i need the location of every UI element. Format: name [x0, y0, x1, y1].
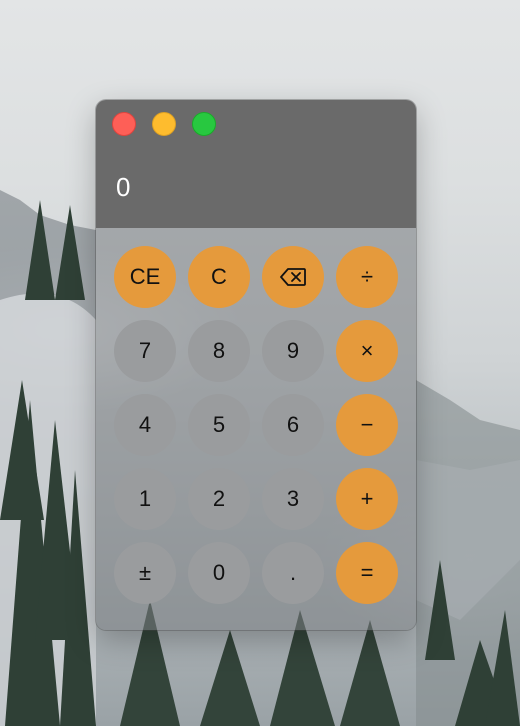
- digit-7-button[interactable]: 7: [114, 320, 176, 382]
- clear-entry-button[interactable]: CE: [114, 246, 176, 308]
- close-button[interactable]: [112, 112, 136, 136]
- digit-2-button[interactable]: 2: [188, 468, 250, 530]
- display-value: 0: [116, 172, 131, 202]
- digit-8-button[interactable]: 8: [188, 320, 250, 382]
- digit-5-button[interactable]: 5: [188, 394, 250, 456]
- clear-button[interactable]: C: [188, 246, 250, 308]
- add-button[interactable]: +: [336, 468, 398, 530]
- digit-1-button[interactable]: 1: [114, 468, 176, 530]
- backspace-button[interactable]: [262, 246, 324, 308]
- keypad: CE C ÷ 7 8 9 × 4 5 6 − 1 2 3 + ± 0 . =: [96, 228, 416, 630]
- subtract-button[interactable]: −: [336, 394, 398, 456]
- multiply-button[interactable]: ×: [336, 320, 398, 382]
- digit-9-button[interactable]: 9: [262, 320, 324, 382]
- digit-4-button[interactable]: 4: [114, 394, 176, 456]
- backspace-icon: [280, 268, 306, 286]
- divide-button[interactable]: ÷: [336, 246, 398, 308]
- display-area: 0: [96, 100, 416, 228]
- digit-0-button[interactable]: 0: [188, 542, 250, 604]
- digit-3-button[interactable]: 3: [262, 468, 324, 530]
- equals-button[interactable]: =: [336, 542, 398, 604]
- decimal-button[interactable]: .: [262, 542, 324, 604]
- digit-6-button[interactable]: 6: [262, 394, 324, 456]
- minimize-button[interactable]: [152, 112, 176, 136]
- plus-minus-button[interactable]: ±: [114, 542, 176, 604]
- zoom-button[interactable]: [192, 112, 216, 136]
- calculator-window: 0 CE C ÷ 7 8 9 × 4 5 6 − 1 2 3 + ± 0 . =: [96, 100, 416, 630]
